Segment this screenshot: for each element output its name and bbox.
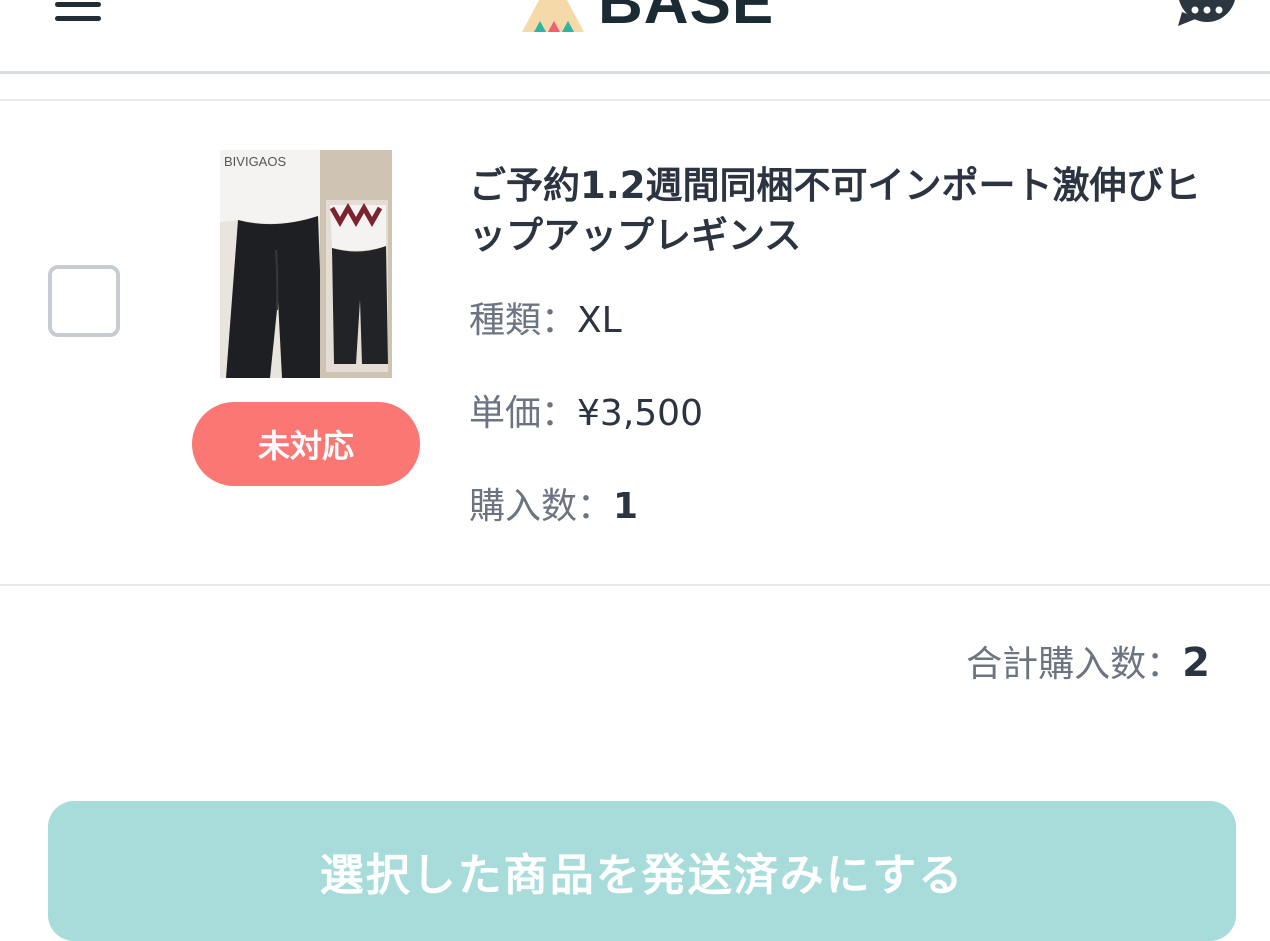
- product-title[interactable]: ご予約1.2週間同梱不可インポート激伸びヒップアップレギンス: [469, 161, 1209, 261]
- status-badge: 未対応: [192, 402, 420, 486]
- unit-price-value: ¥3,500: [577, 393, 703, 434]
- hamburger-menu-icon[interactable]: [55, 0, 101, 22]
- logo-text: BASE: [598, 0, 775, 37]
- total-purchase-count-value: 2: [1182, 640, 1210, 686]
- total-purchase-count: 合計購入数：2: [966, 638, 1210, 690]
- variant-type-label: 種類：: [469, 300, 578, 341]
- item-select-checkbox[interactable]: [48, 265, 120, 337]
- mark-as-shipped-button[interactable]: 選択した商品を発送済みにする: [48, 801, 1236, 941]
- leggings-photo: BIVIGAOS: [220, 150, 392, 378]
- purchase-quantity: 購入数：1: [469, 485, 638, 529]
- variant-type: 種類：XL: [469, 299, 622, 343]
- purchase-quantity-label: 購入数：: [469, 486, 614, 527]
- total-purchase-count-label: 合計購入数：: [966, 644, 1183, 685]
- unit-price: 単価：¥3,500: [469, 392, 703, 436]
- product-image[interactable]: BIVIGAOS: [220, 150, 392, 378]
- purchase-quantity-value: 1: [613, 486, 639, 527]
- chat-bubble-icon[interactable]: [1176, 0, 1236, 26]
- top-header: BASE: [0, 0, 1270, 74]
- order-item-row: BIVIGAOS 未対応 ご予約1.2週間同梱不可インポート激伸びヒップアップレ…: [0, 101, 1270, 586]
- base-logo[interactable]: BASE: [520, 0, 774, 34]
- base-logo-mark-icon: [522, 0, 584, 32]
- image-brand-text: BIVIGAOS: [224, 154, 286, 169]
- unit-price-label: 単価：: [469, 393, 578, 434]
- variant-type-value: XL: [577, 300, 622, 341]
